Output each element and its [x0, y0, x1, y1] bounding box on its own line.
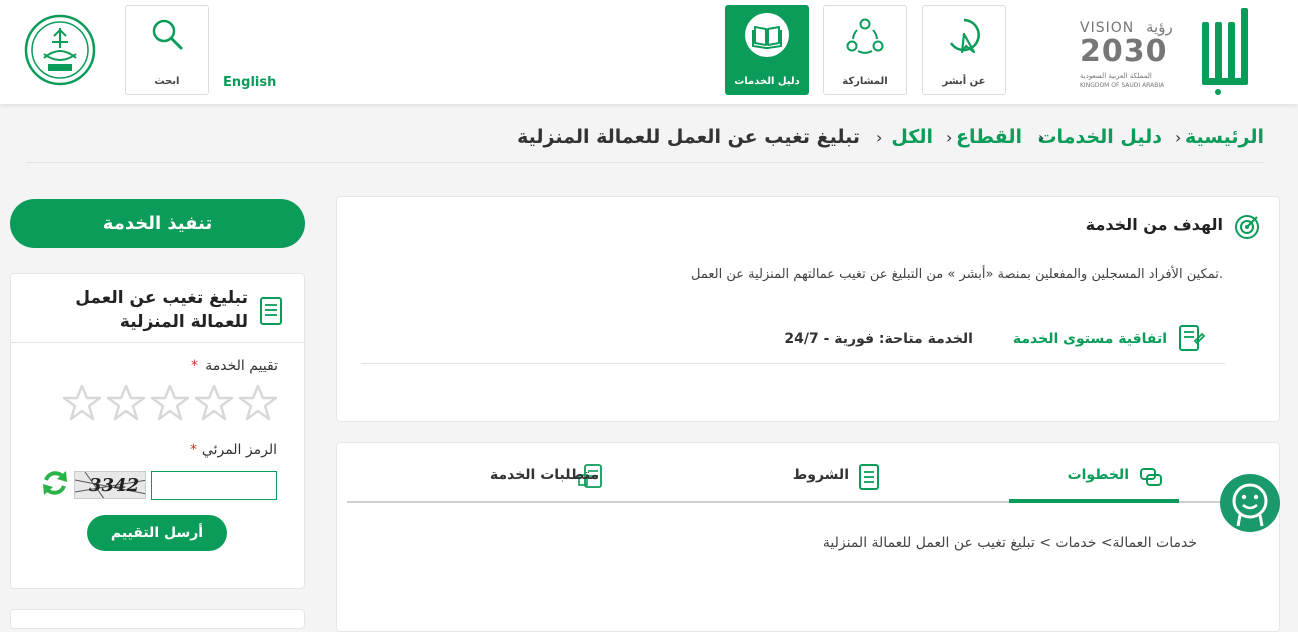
checklist-icon [859, 464, 879, 490]
steps-icon [1140, 468, 1162, 486]
breadcrumb-divider [26, 162, 1264, 163]
sla-link[interactable]: اتفاقية مستوى الخدمة [1013, 331, 1167, 347]
book-icon [745, 13, 789, 57]
sidebar-divider [11, 342, 304, 343]
goal-divider [361, 363, 1225, 364]
breadcrumb-all[interactable]: الكل [891, 126, 933, 148]
refresh-icon[interactable] [40, 468, 70, 498]
participation-icon [846, 18, 884, 54]
sidebar-service-title: تبليغ تغيب عن العمل للعمالة المنزلية [75, 288, 248, 332]
captcha-text: 3342 [89, 475, 140, 496]
document-icon [260, 297, 282, 325]
tab-conditions-label: الشروط [792, 467, 849, 483]
nav-participation-label: المشاركة [842, 76, 888, 87]
tab-steps[interactable]: الخطوات [1009, 461, 1179, 501]
tab-conditions[interactable]: الشروط [777, 461, 947, 501]
tab-steps-label: الخطوات [1067, 467, 1129, 483]
kingdom-arabic-text: المملكة العربية السعودية [1080, 72, 1152, 80]
nav-about-absher[interactable]: عن أبشر [922, 5, 1006, 95]
site-header: VISION رؤية 2030 المملكة العربية السعودي… [0, 0, 1298, 104]
language-english-link[interactable]: English [223, 75, 276, 90]
required-asterisk: * [190, 442, 197, 458]
tab-requirements-label: متطلبات الخدمة [489, 467, 599, 483]
search-button[interactable]: ابحث [125, 5, 209, 95]
chevron-left-icon: › [1038, 128, 1045, 147]
tab-requirements[interactable]: متطلبات الخدمة [467, 461, 637, 501]
search-label: ابحث [154, 76, 180, 87]
goal-description: تمكين الأفراد المسجلين والمفعلين بمنصة «… [691, 267, 1223, 282]
absher-logo[interactable] [1196, 8, 1258, 96]
chatbot-icon [1232, 483, 1268, 527]
vision-2030-logo: VISION رؤية 2030 المملكة العربية السعودي… [1078, 18, 1188, 92]
nav-services-guide-label: دليل الخدمات [734, 76, 800, 87]
breadcrumb-sector[interactable]: القطاع [956, 126, 1022, 148]
target-icon [1235, 215, 1259, 239]
required-asterisk: * [191, 358, 198, 374]
breadcrumb-current: تبليغ تغيب عن العمل للعمالة المنزلية [517, 126, 860, 148]
chevron-left-icon: › [946, 128, 953, 147]
sidebar-next-card [10, 609, 305, 629]
breadcrumb-home[interactable]: الرئيسية [1185, 126, 1264, 148]
star-icon[interactable] [194, 384, 234, 422]
star-icon[interactable] [150, 384, 190, 422]
captcha-image: 3342 [74, 471, 146, 499]
steps-content: خدمات العمالة> خدمات > تبليغ تغيب عن الع… [822, 535, 1197, 551]
service-availability: الخدمة متاحة: فورية - 24/7 [784, 331, 973, 347]
search-icon [152, 19, 183, 50]
agreement-document-icon [1179, 325, 1205, 351]
chevron-left-icon: › [1175, 128, 1182, 147]
star-icon[interactable] [62, 384, 102, 422]
captcha-label: الرمز المرئي [201, 442, 277, 458]
captcha-input[interactable] [151, 471, 277, 500]
rating-label: تقييم الخدمة [205, 358, 278, 374]
nav-services-guide[interactable]: دليل الخدمات [725, 5, 809, 95]
submit-rating-button[interactable]: أرسل التقييم [87, 515, 227, 551]
goal-title: الهدف من الخدمة [1085, 215, 1223, 234]
vision-year: 2030 [1080, 34, 1168, 69]
nav-about-absher-label: عن أبشر [942, 76, 986, 87]
nav-participation[interactable]: المشاركة [823, 5, 907, 95]
service-goal-card: الهدف من الخدمة تمكين الأفراد المسجلين و… [336, 196, 1280, 422]
kingdom-english-text: KINGDOM OF SAUDI ARABIA [1080, 82, 1165, 89]
service-tabs-card: الخطوات الشروط متطلبات الخدمة خدمات العم… [336, 442, 1280, 632]
active-tab-indicator [1009, 499, 1179, 503]
ministry-emblem-icon[interactable] [24, 14, 96, 86]
chevron-left-icon: › [876, 128, 883, 147]
breadcrumb-services-guide[interactable]: دليل الخدمات [1037, 126, 1162, 148]
absher-mark-icon [949, 18, 980, 54]
execute-service-button[interactable]: تنفيذ الخدمة [10, 199, 305, 248]
star-icon[interactable] [106, 384, 146, 422]
star-icon[interactable] [238, 384, 278, 422]
chatbot-button[interactable] [1220, 474, 1280, 532]
